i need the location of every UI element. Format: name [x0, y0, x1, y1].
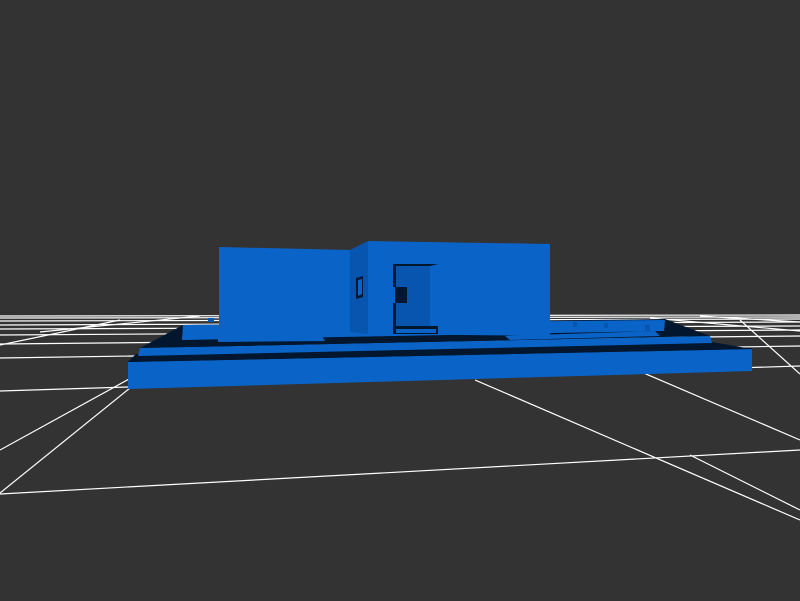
door-window-border: [392, 287, 395, 303]
grid-line: [689, 454, 800, 511]
threshold-step: [396, 329, 436, 333]
doorway-edge: [430, 264, 438, 333]
left-window-inner: [358, 279, 362, 296]
inner-ledge: [218, 333, 325, 342]
left-block-front: [219, 247, 350, 333]
post: [604, 323, 608, 328]
scene-canvas[interactable]: [0, 0, 800, 601]
post: [208, 318, 214, 322]
3d-viewport[interactable]: [0, 0, 800, 601]
grid-line: [0, 319, 121, 346]
grid-line: [474, 379, 800, 521]
grid-line: [0, 387, 131, 494]
post: [645, 325, 650, 331]
post: [573, 322, 577, 327]
grid-line: [0, 449, 800, 495]
